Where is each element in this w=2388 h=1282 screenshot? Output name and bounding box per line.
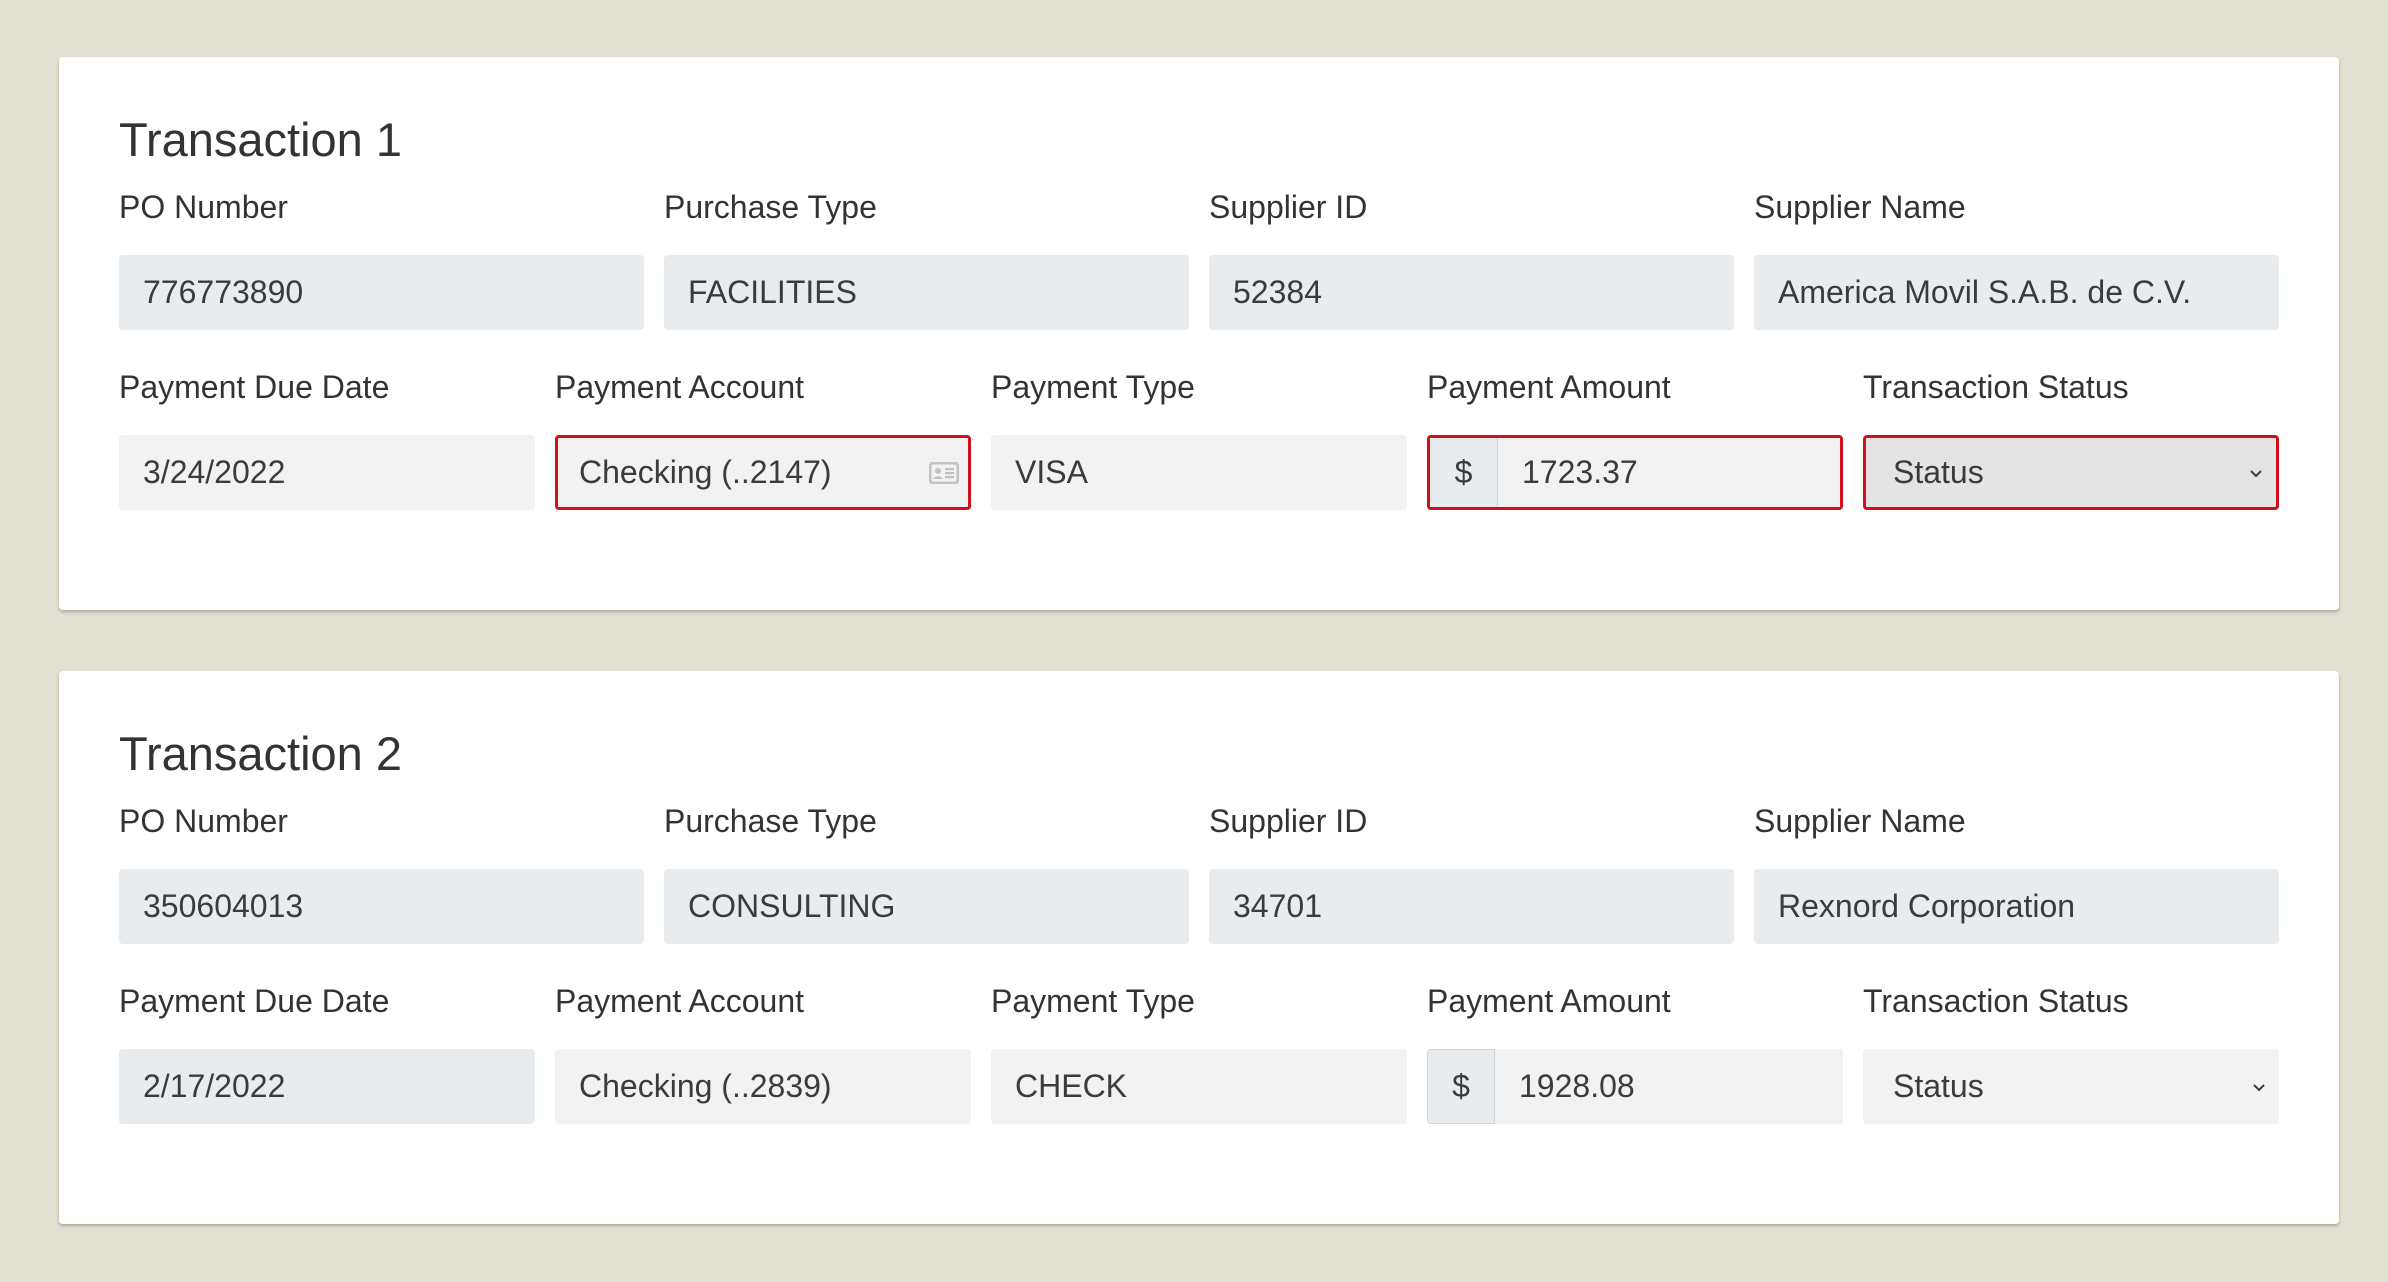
- transaction-status-field: Transaction Status Status: [1863, 981, 2279, 1124]
- purchase-type-label: Purchase Type: [664, 803, 877, 839]
- po-number-input: 350604013: [119, 869, 644, 944]
- payment-type-field: Payment Type CHECK: [991, 981, 1407, 1124]
- payment-type-input[interactable]: VISA: [991, 435, 1407, 510]
- payment-account-label: Payment Account: [555, 983, 805, 1019]
- transaction-row-2: Payment Due Date 3/24/2022 Payment Accou…: [119, 367, 2279, 510]
- transaction-card-2: Transaction 2 PO Number 350604013 Purcha…: [59, 671, 2339, 1224]
- contact-card-icon[interactable]: [928, 461, 960, 485]
- payment-amount-field: Payment Amount $ 1723.37: [1427, 367, 1843, 510]
- transaction-status-select[interactable]: Status: [1863, 435, 2279, 510]
- po-number-field: PO Number 350604013: [119, 801, 644, 944]
- supplier-name-label: Supplier Name: [1754, 803, 1966, 839]
- payment-type-label: Payment Type: [991, 983, 1195, 1019]
- payment-account-label: Payment Account: [555, 369, 805, 405]
- payment-due-date-field: Payment Due Date 2/17/2022: [119, 981, 535, 1124]
- payment-amount-input[interactable]: 1723.37: [1498, 438, 1840, 507]
- transaction-status-value: Status: [1893, 454, 1984, 490]
- payment-account-input[interactable]: Checking (..2839): [555, 1049, 971, 1124]
- payment-amount-input[interactable]: 1928.08: [1495, 1049, 1843, 1124]
- payment-amount-field: Payment Amount $ 1928.08: [1427, 981, 1843, 1124]
- transaction-status-label: Transaction Status: [1863, 369, 2129, 405]
- purchase-type-label: Purchase Type: [664, 189, 877, 225]
- purchase-type-field: Purchase Type FACILITIES: [664, 187, 1189, 330]
- payment-account-input[interactable]: Checking (..2147): [555, 435, 971, 510]
- purchase-type-field: Purchase Type CONSULTING: [664, 801, 1189, 944]
- transaction-row-2: Payment Due Date 2/17/2022 Payment Accou…: [119, 981, 2279, 1124]
- chevron-down-icon: [2253, 1083, 2265, 1091]
- purchase-type-input: FACILITIES: [664, 255, 1189, 330]
- payment-type-input[interactable]: CHECK: [991, 1049, 1407, 1124]
- transaction-row-1: PO Number 776773890 Purchase Type FACILI…: [119, 187, 2279, 330]
- transaction-status-select[interactable]: Status: [1863, 1049, 2279, 1124]
- payment-due-date-input: 2/17/2022: [119, 1049, 535, 1124]
- supplier-id-label: Supplier ID: [1209, 189, 1368, 225]
- payment-type-label: Payment Type: [991, 369, 1195, 405]
- po-number-label: PO Number: [119, 189, 288, 225]
- purchase-type-input: CONSULTING: [664, 869, 1189, 944]
- transaction-status-field: Transaction Status Status: [1863, 367, 2279, 510]
- payment-due-date-label: Payment Due Date: [119, 369, 390, 405]
- currency-addon: $: [1427, 1049, 1495, 1124]
- po-number-input: 776773890: [119, 255, 644, 330]
- supplier-name-input: Rexnord Corporation: [1754, 869, 2279, 944]
- supplier-name-input: America Movil S.A.B. de C.V.: [1754, 255, 2279, 330]
- payment-account-value: Checking (..2147): [579, 454, 832, 490]
- transaction-status-value: Status: [1893, 1068, 1984, 1104]
- po-number-label: PO Number: [119, 803, 288, 839]
- supplier-id-field: Supplier ID 34701: [1209, 801, 1734, 944]
- payment-amount-label: Payment Amount: [1427, 369, 1671, 405]
- supplier-id-label: Supplier ID: [1209, 803, 1368, 839]
- supplier-name-label: Supplier Name: [1754, 189, 1966, 225]
- payment-amount-group: $ 1723.37: [1427, 435, 1843, 510]
- po-number-field: PO Number 776773890: [119, 187, 644, 330]
- transaction-title: Transaction 2: [119, 727, 403, 780]
- transaction-card-1: Transaction 1 PO Number 776773890 Purcha…: [59, 57, 2339, 610]
- supplier-name-field: Supplier Name Rexnord Corporation: [1754, 801, 2279, 944]
- payment-due-date-label: Payment Due Date: [119, 983, 390, 1019]
- transaction-status-label: Transaction Status: [1863, 983, 2129, 1019]
- payment-due-date-field: Payment Due Date 3/24/2022: [119, 367, 535, 510]
- currency-addon: $: [1430, 438, 1498, 507]
- payment-type-field: Payment Type VISA: [991, 367, 1407, 510]
- chevron-down-icon: [2250, 469, 2262, 477]
- supplier-id-input: 52384: [1209, 255, 1734, 330]
- payment-account-field: Payment Account Checking (..2147): [555, 367, 971, 510]
- transaction-title: Transaction 1: [119, 113, 403, 166]
- payment-amount-group: $ 1928.08: [1427, 1049, 1843, 1124]
- payment-account-field: Payment Account Checking (..2839): [555, 981, 971, 1124]
- supplier-id-field: Supplier ID 52384: [1209, 187, 1734, 330]
- supplier-id-input: 34701: [1209, 869, 1734, 944]
- payment-due-date-input[interactable]: 3/24/2022: [119, 435, 535, 510]
- payment-amount-label: Payment Amount: [1427, 983, 1671, 1019]
- transaction-row-1: PO Number 350604013 Purchase Type CONSUL…: [119, 801, 2279, 944]
- supplier-name-field: Supplier Name America Movil S.A.B. de C.…: [1754, 187, 2279, 330]
